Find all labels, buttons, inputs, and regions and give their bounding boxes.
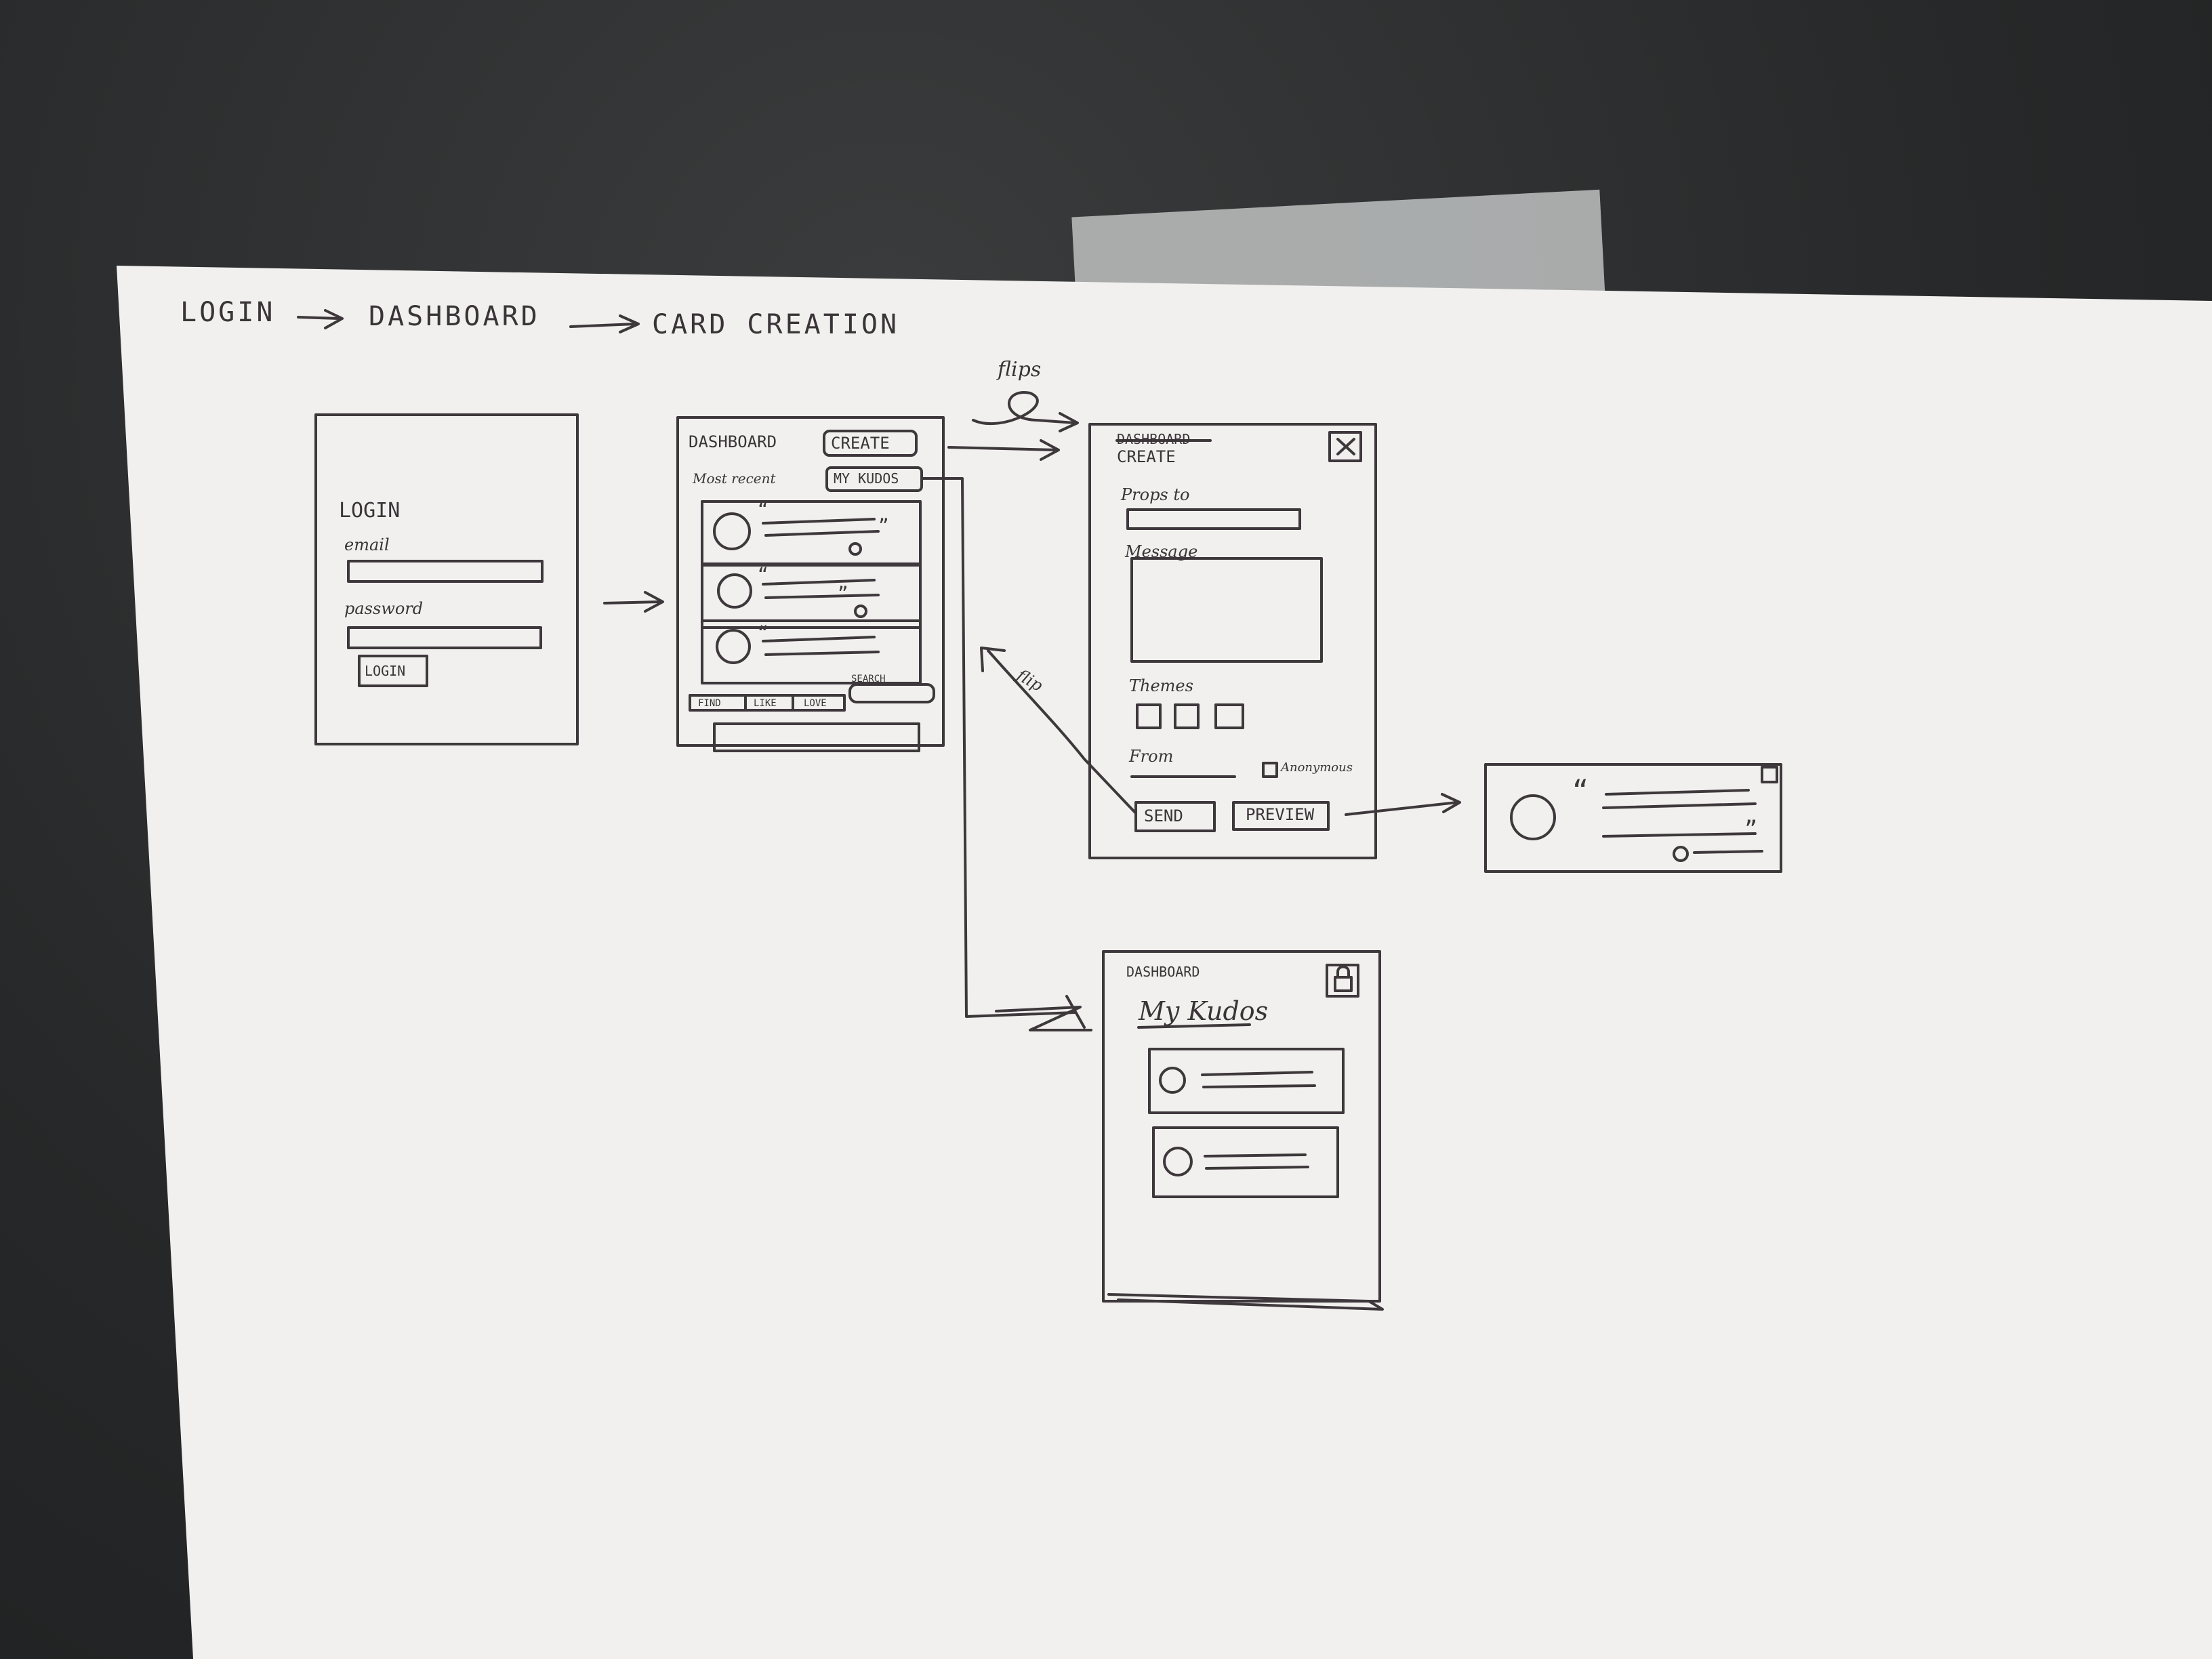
dashboard-tab-3: LOVE	[804, 698, 827, 709]
create-preview-label[interactable]: PREVIEW	[1246, 805, 1314, 824]
svg-text:“: “	[1572, 775, 1589, 806]
mykudos-title: My Kudos	[1139, 996, 1269, 1026]
mykudos-header: DASHBOARD	[1126, 964, 1200, 980]
svg-text:“: “	[758, 623, 769, 643]
login-title: LOGIN	[339, 499, 401, 523]
create-from-label: From	[1129, 747, 1174, 766]
create-struck-title: DASHBOARD	[1117, 431, 1191, 447]
sketch-paper: “ “ “ ” ” “ ”	[117, 266, 2212, 1659]
dashboard-search-label: SEARCH	[851, 674, 886, 684]
svg-text:”: ”	[1744, 816, 1757, 842]
dashboard-mykudos-label: MY KUDOS	[834, 470, 899, 487]
dashboard-title: DASHBOARD	[689, 432, 777, 451]
create-title: CREATE	[1117, 447, 1176, 466]
flow-step-card-creation: CARD CREATION	[652, 309, 900, 340]
login-button-label: LOGIN	[365, 663, 406, 679]
login-email-label: email	[344, 535, 390, 554]
svg-text:“: “	[758, 565, 769, 585]
svg-text:”: ”	[878, 516, 889, 536]
create-message-label: Message	[1125, 542, 1198, 561]
create-send-label[interactable]: SEND	[1144, 806, 1183, 825]
dashboard-create-label: CREATE	[831, 434, 890, 453]
paper-sheet	[117, 266, 2212, 1659]
create-props-label: Props to	[1121, 485, 1190, 504]
flips-annotation: flips	[998, 358, 1042, 382]
create-themes-label: Themes	[1129, 676, 1193, 695]
login-password-label: password	[344, 599, 424, 618]
dashboard-tab-1: FIND	[698, 698, 721, 709]
svg-text:”: ”	[838, 583, 848, 604]
create-anonymous-label: Anonymous	[1281, 760, 1353, 775]
dashboard-most-recent-label: Most recent	[693, 470, 776, 487]
svg-text:“: “	[758, 499, 769, 520]
flow-step-login: LOGIN	[180, 297, 276, 328]
flow-step-dashboard: DASHBOARD	[369, 301, 540, 332]
dashboard-tab-2: LIKE	[754, 698, 777, 709]
